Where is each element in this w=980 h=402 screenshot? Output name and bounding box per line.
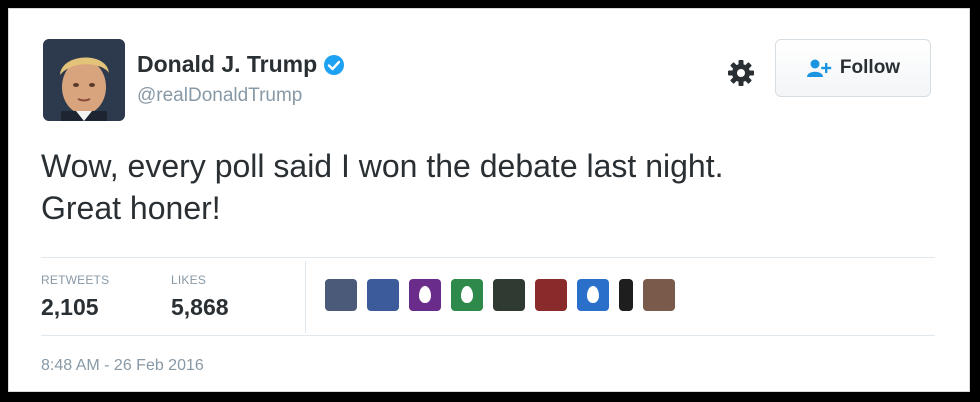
divider	[305, 261, 306, 333]
tweet-card: Donald J. Trump @realDonaldTrump Follow …	[8, 8, 970, 392]
follow-button[interactable]: Follow	[775, 39, 931, 97]
follow-label: Follow	[839, 57, 901, 78]
liker-avatar[interactable]	[493, 279, 525, 311]
liker-avatar[interactable]	[367, 279, 399, 311]
retweets-count: 2,105	[41, 294, 99, 320]
user-name-row: Donald J. Trump	[137, 51, 345, 78]
gear-icon[interactable]	[726, 58, 756, 88]
liker-avatar[interactable]	[619, 279, 633, 311]
retweets-stat[interactable]: RETWEETS 2,105	[41, 273, 109, 321]
tweet-text-line: Wow, every poll said I won the debate la…	[41, 148, 724, 184]
divider	[41, 335, 935, 336]
add-user-icon	[806, 58, 832, 78]
likes-count: 5,868	[171, 294, 229, 320]
liker-egg-avatar[interactable]	[409, 279, 441, 311]
liker-avatar[interactable]	[643, 279, 675, 311]
liker-egg-avatar[interactable]	[577, 279, 609, 311]
retweets-label: RETWEETS	[41, 273, 110, 287]
verified-badge-icon	[323, 54, 345, 76]
avatar[interactable]	[43, 39, 125, 121]
timestamp[interactable]: 8:48 AM - 26 Feb 2016	[41, 357, 204, 375]
user-handle[interactable]: @realDonaldTrump	[137, 85, 302, 107]
likes-label: LIKES	[171, 273, 207, 287]
tweet-text: Wow, every poll said I won the debate la…	[41, 145, 941, 229]
liker-avatar[interactable]	[325, 279, 357, 311]
tweet-text-line: Great honer!	[41, 190, 221, 226]
likes-stat[interactable]: LIKES 5,868	[171, 273, 229, 321]
display-name[interactable]: Donald J. Trump	[137, 51, 317, 78]
divider	[41, 257, 935, 258]
liker-egg-avatar[interactable]	[451, 279, 483, 311]
liker-avatar[interactable]	[535, 279, 567, 311]
likers-avatars	[325, 279, 685, 311]
